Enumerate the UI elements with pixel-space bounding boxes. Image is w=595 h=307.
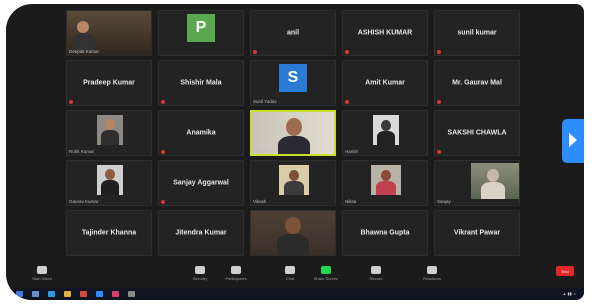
participant-name: Deepak Kumar — [69, 49, 100, 54]
mic-muted-icon — [345, 100, 349, 104]
participant-name: Vikash — [253, 199, 267, 204]
participants-button[interactable]: Participants — [218, 266, 254, 281]
participant-name: Sanjay Aggarwal — [173, 179, 229, 187]
video-feed — [97, 115, 123, 145]
mic-muted-icon — [161, 100, 165, 104]
participant-tile[interactable]: Pradeep Kumar — [66, 60, 152, 106]
participant-name: sunil kumar — [457, 29, 497, 37]
start-icon[interactable] — [16, 291, 23, 297]
share-screen-button[interactable]: Share Screen — [308, 266, 344, 281]
mic-muted-icon — [437, 100, 441, 104]
folder-icon[interactable] — [64, 291, 71, 297]
participant-name: Anamika — [186, 129, 216, 137]
participant-tile[interactable]: P — [158, 10, 244, 56]
mic-muted-icon — [161, 200, 165, 204]
participant-name: ASHISH KUMAR — [357, 29, 413, 37]
app-icon[interactable] — [48, 291, 55, 297]
chat-button[interactable]: Chat — [272, 266, 308, 281]
participant-tile[interactable]: Jitendra Kumar — [158, 210, 244, 256]
reactions-button[interactable]: Reactions — [414, 266, 450, 281]
avatar: S — [279, 64, 307, 92]
os-taskbar: ▲ ▮▮ ♫ — [6, 288, 584, 300]
participant-name: Amit Kumar — [365, 79, 405, 87]
participant-name: Sanjay — [437, 199, 451, 204]
participant-name: Gaurav Kumar — [69, 199, 99, 204]
participant-name: Ramesh — [254, 148, 271, 153]
participant-name: anil — [286, 29, 300, 37]
video-feed — [97, 165, 123, 195]
app-icon[interactable] — [80, 291, 87, 297]
participant-tile[interactable]: Bhawna Gupta — [342, 210, 428, 256]
participant-tile[interactable]: S Sunil Yadav — [250, 60, 336, 106]
participant-tile[interactable]: Mr. Gaurav Mal — [434, 60, 520, 106]
participant-grid: Deepak Kumar P anil ASHISH KUMAR sunil k… — [66, 10, 520, 260]
end-meeting-button[interactable]: End — [556, 266, 574, 276]
participant-tile[interactable]: Nikita — [342, 160, 428, 206]
reactions-icon — [427, 266, 437, 274]
next-page-button[interactable] — [562, 119, 584, 163]
chevron-right-icon — [569, 133, 577, 147]
mic-muted-icon — [69, 100, 73, 104]
avatar: P — [187, 14, 215, 42]
app-icon[interactable] — [112, 291, 119, 297]
mic-muted-icon — [345, 50, 349, 54]
mic-muted-icon — [253, 50, 257, 54]
participant-tile[interactable]: Vikash — [250, 160, 336, 206]
participant-name: Harish — [345, 149, 359, 154]
participant-tile[interactable]: Shishir Mala — [158, 60, 244, 106]
chat-icon — [285, 266, 295, 274]
share-screen-icon — [321, 266, 331, 274]
app-icon[interactable] — [128, 291, 135, 297]
record-icon — [371, 266, 381, 274]
participant-tile[interactable]: Rohit Kumar — [66, 110, 152, 156]
participant-tile[interactable]: Harish — [342, 110, 428, 156]
participant-tile[interactable]: anil — [250, 10, 336, 56]
participant-tile[interactable]: Amit Kumar — [342, 60, 428, 106]
participant-tile-active-speaker[interactable]: Ramesh — [250, 110, 336, 156]
video-feed — [373, 115, 399, 145]
participant-name: Tajinder Khanna — [81, 229, 137, 237]
security-button[interactable]: Security — [182, 266, 218, 281]
video-camera-icon — [37, 266, 47, 274]
participant-name: Rohit Kumar — [69, 149, 95, 154]
participant-tile[interactable]: SAKSHI CHAWLA — [434, 110, 520, 156]
mic-muted-icon — [161, 150, 165, 154]
search-icon[interactable] — [32, 291, 39, 297]
video-feed — [371, 165, 401, 195]
participant-name: Sunil Yadav — [253, 99, 277, 104]
participant-tile[interactable]: sunil kumar — [434, 10, 520, 56]
start-video-button[interactable]: Start Video — [24, 266, 60, 281]
participant-name: Mr. Gaurav Mal — [452, 79, 502, 87]
meeting-toolbar: Start Video Security Participants Chat S… — [6, 266, 584, 288]
mic-muted-icon — [437, 50, 441, 54]
participant-name: Nikita — [345, 199, 357, 204]
video-feed — [251, 211, 335, 255]
participant-name: Bhawna Gupta — [360, 229, 410, 237]
participant-tile[interactable]: Anamika — [158, 110, 244, 156]
system-tray[interactable]: ▲ ▮▮ ♫ — [562, 291, 576, 296]
meeting-window: Deepak Kumar P anil ASHISH KUMAR sunil k… — [6, 4, 584, 300]
participant-tile[interactable]: ASHISH KUMAR — [342, 10, 428, 56]
participant-tile[interactable]: Tajinder Khanna — [66, 210, 152, 256]
participant-tile[interactable]: Vikrant Pawar — [434, 210, 520, 256]
mic-muted-icon — [437, 150, 441, 154]
video-feed — [471, 163, 519, 199]
participant-name: Shishir Mala — [180, 79, 222, 87]
participant-tile[interactable]: Deepak Kumar — [66, 10, 152, 56]
record-button[interactable]: Record — [358, 266, 394, 281]
participant-name: Pradeep Kumar — [83, 79, 135, 87]
people-icon — [231, 266, 241, 274]
participant-tile[interactable] — [250, 210, 336, 256]
zoom-app-icon[interactable] — [96, 291, 103, 297]
video-feed — [279, 165, 309, 195]
participant-name: Jitendra Kumar — [175, 229, 227, 237]
participant-tile[interactable]: Gaurav Kumar — [66, 160, 152, 206]
participant-tile[interactable]: Sanjay — [434, 160, 520, 206]
participant-tile[interactable]: Sanjay Aggarwal — [158, 160, 244, 206]
shield-icon — [195, 266, 205, 274]
participant-name: SAKSHI CHAWLA — [447, 129, 507, 137]
participant-name: Vikrant Pawar — [453, 229, 501, 237]
